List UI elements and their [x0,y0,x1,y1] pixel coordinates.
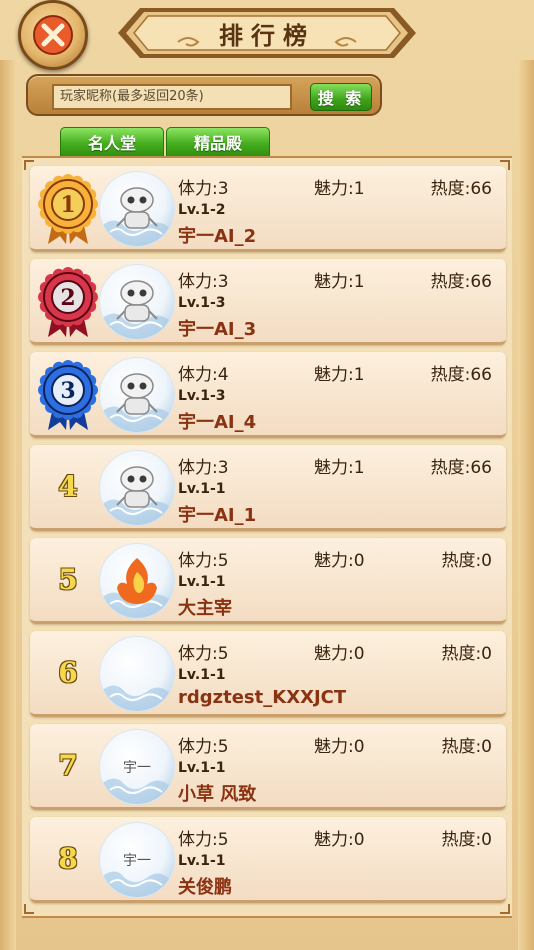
heat-stat: 热度:66 [430,272,492,292]
player-level: Lv.1-1 [178,760,226,776]
stamina-stat: 体力:3 [178,458,229,478]
rank-number: 6 [58,655,78,689]
robot-avatar[interactable] [100,265,174,339]
ranking-row-1[interactable]: 1 体力:3 魅力:1 热度:66 Lv.1-2 宇一AI_2 [30,166,506,252]
robot-avatar[interactable] [100,451,174,525]
charm-stat: 魅力:1 [314,458,365,478]
search-input[interactable]: 玩家昵称(最多返回20条) [52,84,292,110]
panel-corner [24,904,34,914]
heat-stat: 热度:0 [441,551,492,571]
heat-stat: 热度:66 [430,365,492,385]
charm-stat: 魅力:1 [314,179,365,199]
heat-stat: 热度:0 [441,644,492,664]
charm-stat: 魅力:1 [314,272,365,292]
heat-stat: 热度:0 [441,830,492,850]
stamina-stat: 体力:5 [178,551,229,571]
flame-avatar[interactable] [100,544,174,618]
player-name: 大主宰 [178,598,232,619]
ranking-row-5[interactable]: 5 体力:5 魅力:0 热度:0 Lv.1-1 大主宰 [30,538,506,624]
stamina-stat: 体力:5 [178,644,229,664]
player-name: 宇一AI_3 [178,319,257,340]
ranking-row-4[interactable]: 4 体力:3 魅力:1 热度:66 Lv.1-1 宇一AI_1 [30,445,506,531]
charm-stat: 魅力:0 [314,737,365,757]
heat-stat: 热度:66 [430,458,492,478]
heat-stat: 热度:66 [430,179,492,199]
frame-border-right [518,60,534,950]
robot-avatar[interactable] [100,172,174,246]
ranking-list: 1 体力:3 魅力:1 热度:66 Lv.1-2 宇一AI_2 2 体力:3 魅… [22,156,512,918]
player-name: rdgztest_KXXJCT [178,687,347,708]
charm-stat: 魅力:1 [314,365,365,385]
charm-stat: 魅力:0 [314,830,365,850]
stamina-stat: 体力:5 [178,737,229,757]
avatar-label: 宇一 [123,853,151,869]
player-level: Lv.1-1 [178,574,226,590]
player-name: 小草 风致 [178,784,257,805]
player-name: 关俊鹏 [178,877,232,898]
close-icon [33,15,73,55]
stamina-stat: 体力:3 [178,179,229,199]
svg-text:1: 1 [60,192,75,218]
ranking-row-7[interactable]: 7 宇一 体力:5 魅力:0 热度:0 Lv.1-1 小草 风致 [30,724,506,810]
svg-text:3: 3 [60,378,75,404]
ranking-row-8[interactable]: 8 宇一 体力:5 魅力:0 热度:0 Lv.1-1 关俊鹏 [30,817,506,903]
player-level: Lv.1-3 [178,388,226,404]
search-bar: 玩家昵称(最多返回20条) 搜 索 [26,74,382,116]
ranking-row-3[interactable]: 3 体力:4 魅力:1 热度:66 Lv.1-3 宇一AI_4 [30,352,506,438]
gold-medal-icon: 1 [38,172,98,246]
text-avatar[interactable]: 宇一 [100,730,174,804]
text-avatar[interactable]: 宇一 [100,823,174,897]
rank-number: 7 [58,748,78,782]
tab-hall-of-fame[interactable]: 名人堂 [60,127,164,157]
svg-text:2: 2 [60,285,75,311]
search-button[interactable]: 搜 索 [310,83,372,111]
player-level: Lv.1-1 [178,853,226,869]
rank-number: 4 [58,469,78,503]
avatar-label: 宇一 [123,760,151,776]
frame-border-left [0,60,16,950]
red-medal-icon: 2 [38,265,98,339]
panel-corner [500,904,510,914]
rank-number: 5 [58,562,78,596]
charm-stat: 魅力:0 [314,551,365,571]
title-banner: 排行榜 [118,4,416,62]
blue-medal-icon: 3 [38,358,98,432]
heat-stat: 热度:0 [441,737,492,757]
bubble-avatar[interactable] [100,637,174,711]
player-name: 宇一AI_2 [178,226,257,247]
ranking-row-2[interactable]: 2 体力:3 魅力:1 热度:66 Lv.1-3 宇一AI_3 [30,259,506,345]
player-level: Lv.1-2 [178,202,226,218]
stamina-stat: 体力:4 [178,365,229,385]
player-name: 宇一AI_4 [178,412,257,433]
player-level: Lv.1-1 [178,481,226,497]
stamina-stat: 体力:3 [178,272,229,292]
close-button[interactable] [18,0,88,70]
rank-number: 8 [58,841,78,875]
tab-elite-hall[interactable]: 精品殿 [166,127,270,157]
robot-avatar[interactable] [100,358,174,432]
player-level: Lv.1-3 [178,295,226,311]
stamina-stat: 体力:5 [178,830,229,850]
ranking-row-6[interactable]: 6 体力:5 魅力:0 热度:0 Lv.1-1 rdgztest_KXXJCT [30,631,506,717]
page-title: 排行榜 [219,20,315,50]
player-name: 宇一AI_1 [178,505,257,526]
player-level: Lv.1-1 [178,667,226,683]
charm-stat: 魅力:0 [314,644,365,664]
